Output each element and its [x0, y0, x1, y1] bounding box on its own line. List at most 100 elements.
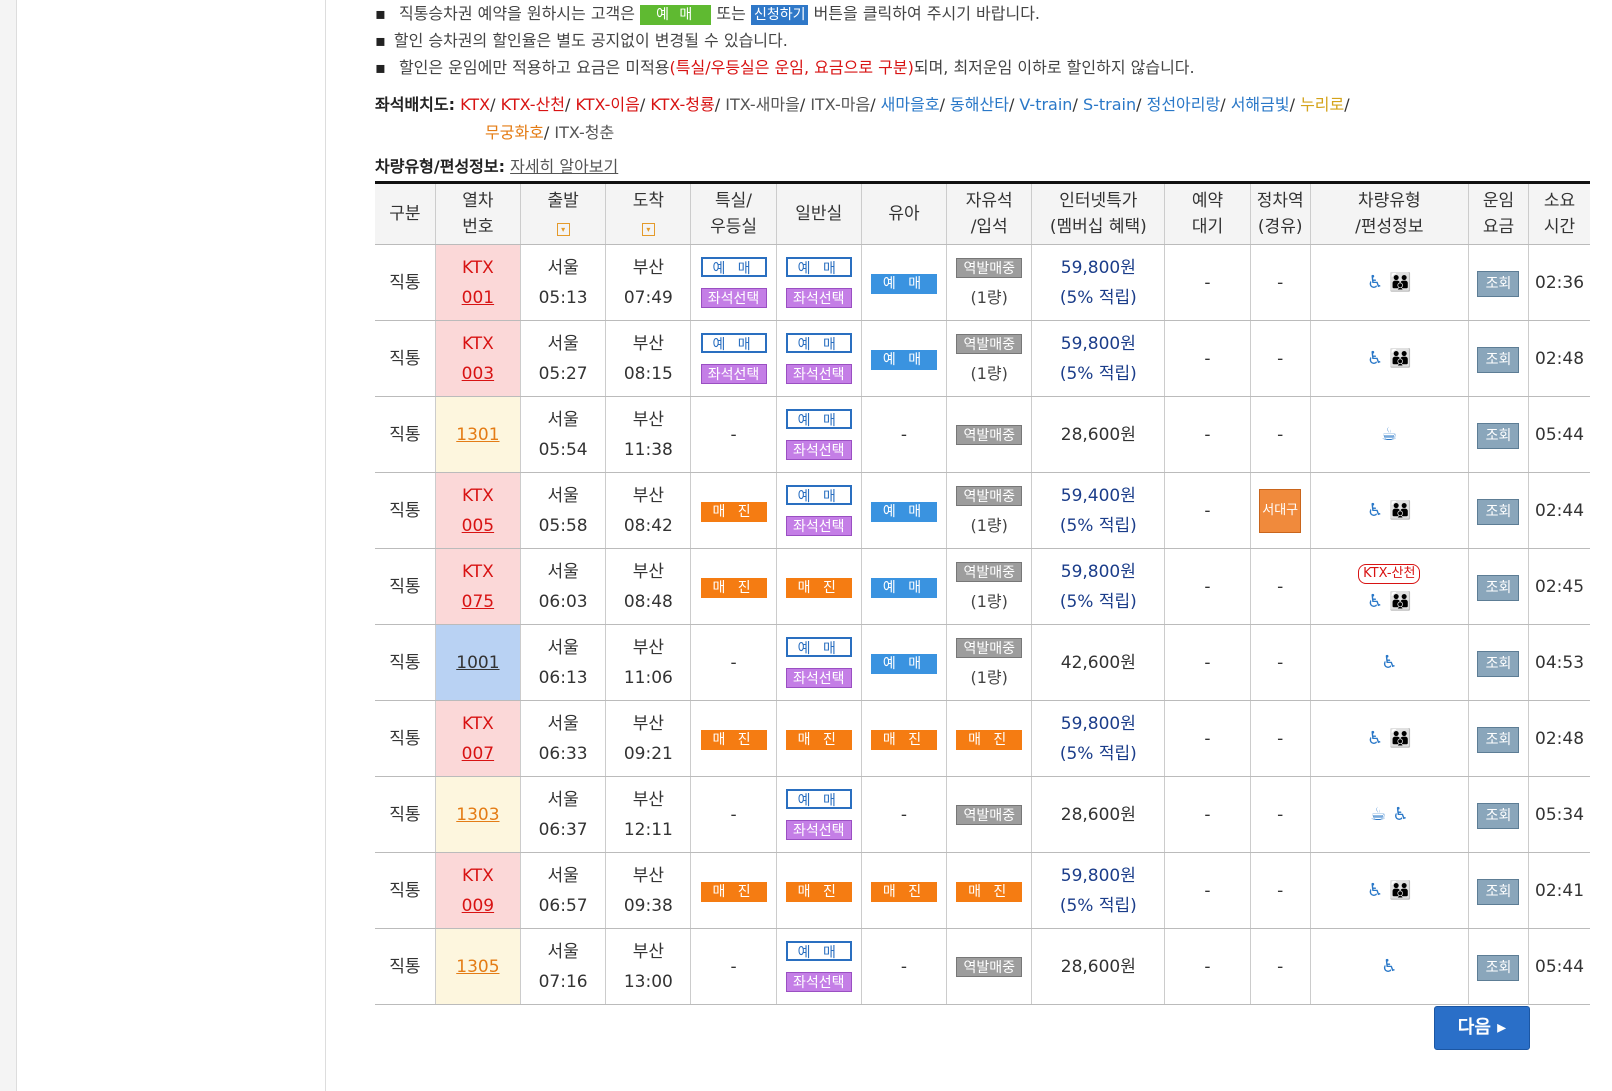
- inquiry-button[interactable]: 조회: [1477, 954, 1520, 981]
- stop-station-button[interactable]: 서대구: [1259, 488, 1302, 533]
- col-duration: 소요 시간: [1528, 182, 1590, 245]
- seat-select-button[interactable]: 좌석선택: [700, 363, 767, 384]
- seat-select-button[interactable]: 좌석선택: [785, 515, 852, 536]
- inquiry-button[interactable]: 조회: [1477, 802, 1520, 829]
- reserve-button[interactable]: 예 매: [700, 332, 767, 353]
- col-train-no: 열차 번호: [434, 182, 521, 245]
- col-departure[interactable]: 출발 ▾: [519, 182, 606, 245]
- inquiry-button[interactable]: 조회: [1477, 574, 1520, 601]
- train-no-link[interactable]: 1301: [456, 425, 499, 445]
- sort-icon[interactable]: ▾: [556, 223, 570, 236]
- first-class-cell: -: [690, 396, 777, 473]
- train-no-link[interactable]: 005: [462, 516, 494, 536]
- inquiry-button[interactable]: 조회: [1477, 650, 1520, 677]
- inquiry-button[interactable]: 조회: [1477, 270, 1520, 297]
- inquiry-button[interactable]: 조회: [1477, 878, 1520, 905]
- child-cell: -: [860, 928, 947, 1005]
- seat-select-button[interactable]: 좌석선택: [785, 287, 852, 308]
- waitlist-cell: -: [1164, 700, 1251, 777]
- fare-cell: 조회: [1467, 244, 1529, 321]
- type-cell: 직통: [375, 928, 436, 1005]
- inquiry-button[interactable]: 조회: [1477, 346, 1520, 373]
- stops-cell: -: [1249, 928, 1311, 1005]
- reserve-button[interactable]: 예 매: [785, 484, 852, 505]
- train-no-cell: 1001: [434, 624, 521, 701]
- seatmap-link-itx-cheongchun[interactable]: ITX-청춘: [554, 123, 614, 142]
- seatmap-link-v-train[interactable]: V-train: [1019, 95, 1072, 114]
- train-no-link[interactable]: 001: [462, 288, 494, 308]
- seat-map-links: 좌석배치도: KTX/ KTX-산천/ KTX-이음/ KTX-청룡/ ITX-…: [375, 95, 1350, 142]
- train-no-link[interactable]: 009: [462, 896, 494, 916]
- seatmap-link-seohae-geumbit[interactable]: 서해금빛: [1231, 95, 1290, 114]
- reserve-button[interactable]: 예 매: [785, 408, 852, 429]
- table-row: 직통 1001 서울 06:13 부산 11:06 - 예 매 좌석선택 예 매 역발…: [375, 624, 1590, 701]
- car-info: 차량유형/편성정보: 자세히 알아보기: [375, 153, 1590, 181]
- notice-item-3: 할인은 운임에만 적용하고 요금은 미적용(특실/우등실은 운임, 요금으로 구…: [375, 54, 1590, 81]
- train-no-link[interactable]: 1305: [456, 957, 499, 977]
- reserve-button[interactable]: 예 매: [785, 256, 852, 277]
- col-arrival[interactable]: 도착 ▾: [605, 182, 691, 245]
- reserve-button[interactable]: 예 매: [785, 940, 852, 961]
- web-price-cell: 59,800원 (5% 적립): [1031, 548, 1165, 625]
- sort-icon[interactable]: ▾: [641, 223, 655, 236]
- reserve-button[interactable]: 예 매: [870, 653, 937, 674]
- seat-select-button[interactable]: 좌석선택: [785, 363, 852, 384]
- sold-out-badge: 매 진: [785, 577, 852, 598]
- reserve-button[interactable]: 예 매: [870, 501, 937, 522]
- stops-cell: -: [1249, 320, 1311, 397]
- type-cell: 직통: [375, 396, 436, 473]
- waitlist-cell: -: [1164, 548, 1251, 625]
- car-type-cell: ☕ ♿: [1309, 776, 1469, 853]
- inquiry-button[interactable]: 조회: [1477, 422, 1520, 449]
- train-no-link[interactable]: 075: [462, 592, 494, 612]
- seatmap-link-itx-saemaeul[interactable]: ITX-새마을: [725, 95, 800, 114]
- train-no-link[interactable]: 003: [462, 364, 494, 384]
- seatmap-link-ktx-sancheon[interactable]: KTX-산천: [501, 95, 565, 114]
- seatmap-link-itx-maeum[interactable]: ITX-마음: [810, 95, 870, 114]
- reserve-button[interactable]: 예 매: [785, 636, 852, 657]
- seatmap-link-donghae-santa[interactable]: 동해산타: [950, 95, 1009, 114]
- seatmap-link-saemaeul[interactable]: 새마을호: [881, 95, 940, 114]
- seatmap-link-mugunghwa[interactable]: 무궁화호: [485, 123, 544, 142]
- col-fare: 운임 요금: [1467, 182, 1529, 245]
- general-cell: 예 매좌석선택: [775, 624, 862, 701]
- sold-out-badge: 매 진: [870, 729, 937, 750]
- train-no-link[interactable]: 1303: [456, 805, 499, 825]
- first-class-cell: -: [690, 776, 777, 853]
- seat-select-button[interactable]: 좌석선택: [785, 439, 852, 460]
- seatmap-link-ktx[interactable]: KTX: [460, 95, 490, 114]
- seatmap-link-ktx-eum[interactable]: KTX-이음: [575, 95, 639, 114]
- fare-cell: 조회: [1467, 700, 1529, 777]
- inquiry-button[interactable]: 조회: [1477, 498, 1520, 525]
- seat-select-button[interactable]: 좌석선택: [785, 819, 852, 840]
- reserve-button[interactable]: 예 매: [870, 273, 937, 294]
- reserve-button[interactable]: 예 매: [785, 788, 852, 809]
- car-info-link[interactable]: 자세히 알아보기: [510, 157, 618, 176]
- left-divider: [325, 0, 326, 1091]
- reserve-button[interactable]: 예 매: [870, 349, 937, 370]
- arrival-cell: 부산 07:49: [605, 244, 691, 321]
- seatmap-link-ktx-cheongryong[interactable]: KTX-청룡: [650, 95, 714, 114]
- family-seat-icon: 👪: [1389, 590, 1412, 612]
- seat-select-button[interactable]: 좌석선택: [785, 667, 852, 688]
- sold-out-badge: 매 진: [956, 729, 1023, 750]
- waitlist-cell: -: [1164, 320, 1251, 397]
- seat-select-button[interactable]: 좌석선택: [700, 287, 767, 308]
- sold-out-badge: 매 진: [700, 501, 767, 522]
- general-cell: 예 매좌석선택: [775, 320, 862, 397]
- reserve-button[interactable]: 예 매: [700, 256, 767, 277]
- train-no-link[interactable]: 007: [462, 744, 494, 764]
- train-no-link[interactable]: 1001: [456, 653, 499, 673]
- next-button[interactable]: 다음 ▸: [1434, 1006, 1530, 1050]
- reserve-button[interactable]: 예 매: [785, 332, 852, 353]
- seatmap-link-s-train[interactable]: S-train: [1083, 95, 1136, 114]
- car-type-cell: ♿ 👪: [1309, 320, 1469, 397]
- station-sale-badge: 역발매중: [956, 956, 1023, 977]
- seatmap-link-nuriro[interactable]: 누리로: [1300, 95, 1344, 114]
- reserve-button[interactable]: 예 매: [870, 577, 937, 598]
- waitlist-cell: -: [1164, 244, 1251, 321]
- inquiry-button[interactable]: 조회: [1477, 726, 1520, 753]
- train-no-cell: KTX 001: [434, 244, 521, 321]
- seat-select-button[interactable]: 좌석선택: [785, 971, 852, 992]
- seatmap-link-jeongseon-arirang[interactable]: 정선아리랑: [1147, 95, 1221, 114]
